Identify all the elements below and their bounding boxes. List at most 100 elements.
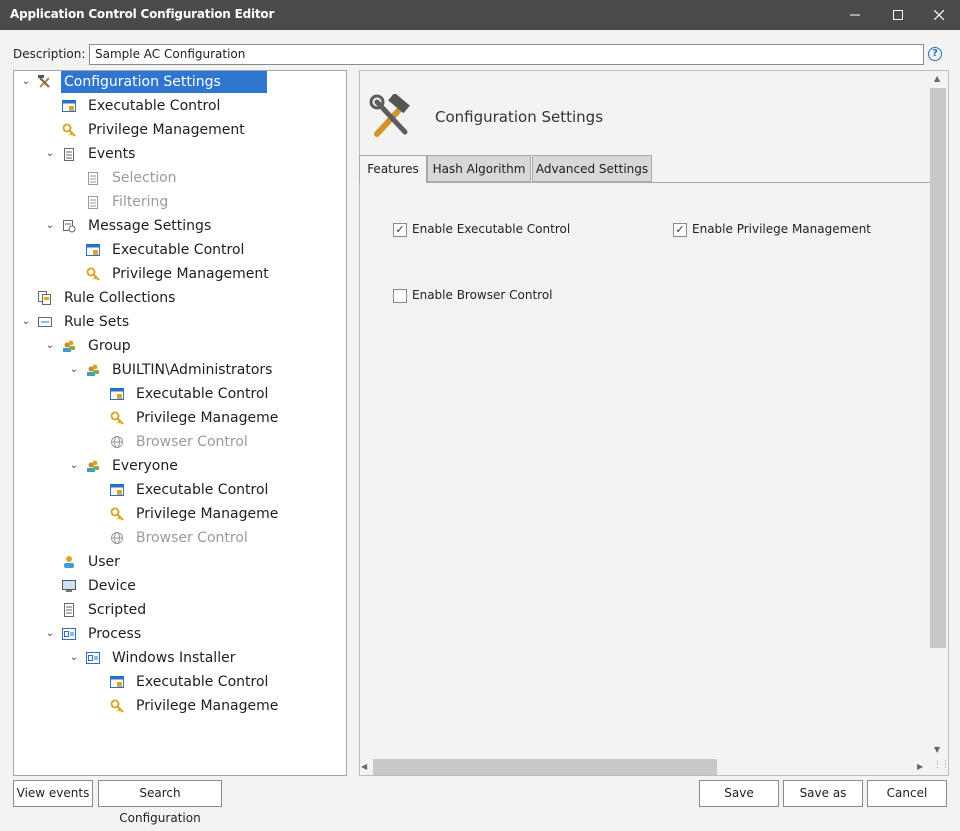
process-icon — [62, 628, 76, 640]
tree-item-browser-control[interactable]: Browser Control — [14, 527, 344, 549]
tree-item-configuration-settings[interactable]: ⌄ Configuration Settings — [14, 71, 344, 93]
tree-item-label: Message Settings — [88, 218, 212, 234]
key-icon — [110, 507, 124, 521]
tree-item-executable-control[interactable]: Executable Control — [14, 239, 344, 261]
configuration-tree[interactable]: ⌄ Configuration Settings Executable Cont… — [13, 70, 347, 776]
tree-item-executable-control[interactable]: Executable Control — [14, 479, 344, 501]
tree-item-device[interactable]: Device — [14, 575, 344, 597]
tree-item-windows-installer[interactable]: ⌄ Windows Installer — [14, 647, 344, 669]
chevron-down-icon[interactable]: ⌄ — [68, 359, 80, 381]
cancel-button[interactable]: Cancel — [867, 780, 947, 807]
minimize-button[interactable] — [836, 0, 874, 30]
tools-icon — [38, 75, 50, 88]
monitor-icon — [62, 580, 76, 592]
scroll-left-icon[interactable]: ◀ — [361, 762, 367, 771]
message-settings-icon — [63, 220, 76, 233]
tree-item-label: Executable Control — [88, 98, 221, 114]
title-bar: Application Control Configuration Editor — [0, 0, 960, 30]
chevron-down-icon[interactable]: ⌄ — [44, 143, 56, 165]
chevron-down-icon[interactable]: ⌄ — [68, 647, 80, 669]
tab-advanced-settings[interactable]: Advanced Settings — [532, 155, 652, 182]
tab-hash-algorithm[interactable]: Hash Algorithm — [427, 155, 531, 182]
key-icon — [86, 267, 100, 281]
enable-browser-control-checkbox[interactable] — [393, 289, 407, 303]
tree-item-browser-control[interactable]: Browser Control — [14, 431, 344, 453]
key-icon — [110, 699, 124, 713]
tree-item-rule-collections[interactable]: Rule Collections — [14, 287, 344, 309]
globe-icon — [111, 532, 123, 544]
chevron-down-icon[interactable]: ⌄ — [44, 623, 56, 645]
vertical-scrollbar[interactable] — [930, 88, 946, 648]
tree-item-executable-control[interactable]: Executable Control — [14, 383, 344, 405]
tree-item-executable-control[interactable]: Executable Control — [14, 95, 344, 117]
tree-item-label: Process — [88, 626, 142, 642]
tree-item-privilege-management[interactable]: Privilege Manageme — [14, 695, 344, 717]
help-icon[interactable]: ? — [928, 47, 942, 61]
description-label: Description: — [13, 47, 86, 61]
horizontal-scrollbar[interactable] — [373, 759, 717, 775]
tree-item-privilege-management[interactable]: Privilege Management — [14, 119, 344, 141]
tree-item-group[interactable]: ⌄ Group — [14, 335, 344, 357]
key-icon — [62, 123, 76, 137]
tree-item-label: Group — [88, 338, 131, 354]
executable-icon — [110, 484, 124, 496]
tree-item-message-settings[interactable]: ⌄ Message Settings — [14, 215, 344, 237]
tree-item-privilege-management[interactable]: Privilege Manageme — [14, 503, 344, 525]
tree-item-label: Events — [88, 146, 136, 162]
save-as-button[interactable]: Save as — [783, 780, 863, 807]
group-icon — [87, 460, 99, 472]
group-icon — [87, 364, 99, 376]
clipboard-icon — [88, 172, 98, 185]
enable-privilege-management-checkbox[interactable]: ✓ — [673, 223, 687, 237]
chevron-down-icon[interactable]: ⌄ — [44, 215, 56, 237]
description-input[interactable]: Sample AC Configuration — [89, 44, 924, 65]
resize-grip-icon[interactable]: ⋮⋮ — [933, 760, 950, 770]
checkbox-label: Enable Browser Control — [412, 288, 553, 302]
tree-item-process[interactable]: ⌄ Process — [14, 623, 344, 645]
save-button[interactable]: Save — [699, 780, 779, 807]
chevron-down-icon[interactable]: ⌄ — [44, 335, 56, 357]
tree-item-filtering[interactable]: Filtering — [14, 191, 344, 213]
tab-features[interactable]: Features — [359, 155, 427, 183]
chevron-down-icon[interactable]: ⌄ — [20, 311, 32, 333]
scroll-down-icon[interactable]: ▼ — [934, 745, 940, 754]
globe-icon — [111, 436, 123, 448]
tree-item-rule-sets[interactable]: ⌄ Rule Sets — [14, 311, 344, 333]
tree-item-scripted[interactable]: Scripted — [14, 599, 344, 621]
scroll-up-icon[interactable]: ▲ — [934, 74, 940, 83]
scroll-right-icon[interactable]: ▶ — [917, 762, 923, 771]
tree-item-label: Executable Control — [136, 482, 269, 498]
maximize-button[interactable] — [879, 0, 917, 30]
tree-item-label: Everyone — [112, 458, 178, 474]
tree-item-label: Browser Control — [136, 434, 248, 450]
tree-item-label: Windows Installer — [112, 650, 236, 666]
tree-item-label: Executable Control — [136, 386, 269, 402]
tree-item-label: Browser Control — [136, 530, 248, 546]
tree-item-executable-control[interactable]: Executable Control — [14, 671, 344, 693]
search-configuration-button[interactable]: Search Configuration — [98, 780, 222, 825]
tree-item-user[interactable]: User — [14, 551, 344, 573]
tree-item-privilege-management[interactable]: Privilege Management — [14, 263, 344, 285]
tree-item-label: Privilege Manageme — [136, 410, 279, 426]
tree-item-events[interactable]: ⌄ Events — [14, 143, 344, 165]
checkbox-label: Enable Privilege Management — [692, 222, 871, 236]
tree-item-privilege-management[interactable]: Privilege Manageme — [14, 407, 344, 429]
rule-sets-icon — [38, 317, 52, 327]
chevron-down-icon[interactable]: ⌄ — [20, 71, 32, 93]
tree-item-everyone[interactable]: ⌄ Everyone — [14, 455, 344, 477]
tree-item-label: Rule Sets — [64, 314, 130, 330]
executable-icon — [62, 100, 76, 112]
close-button[interactable] — [920, 0, 958, 30]
tree-item-label: BUILTIN\Administrators — [112, 362, 273, 378]
tree-item-label: Privilege Management — [88, 122, 245, 138]
view-events-button[interactable]: View events — [13, 780, 93, 807]
tree-item-builtin-administrators[interactable]: ⌄ BUILTIN\Administrators — [14, 359, 344, 381]
window-title: Application Control Configuration Editor — [10, 7, 275, 21]
tree-item-selection[interactable]: Selection — [14, 167, 344, 189]
user-icon — [64, 556, 74, 568]
enable-executable-control-checkbox[interactable]: ✓ — [393, 223, 407, 237]
minimize-icon — [850, 14, 860, 16]
tree-item-label: Privilege Management — [112, 266, 269, 282]
chevron-down-icon[interactable]: ⌄ — [68, 455, 80, 477]
process-icon — [86, 652, 100, 664]
